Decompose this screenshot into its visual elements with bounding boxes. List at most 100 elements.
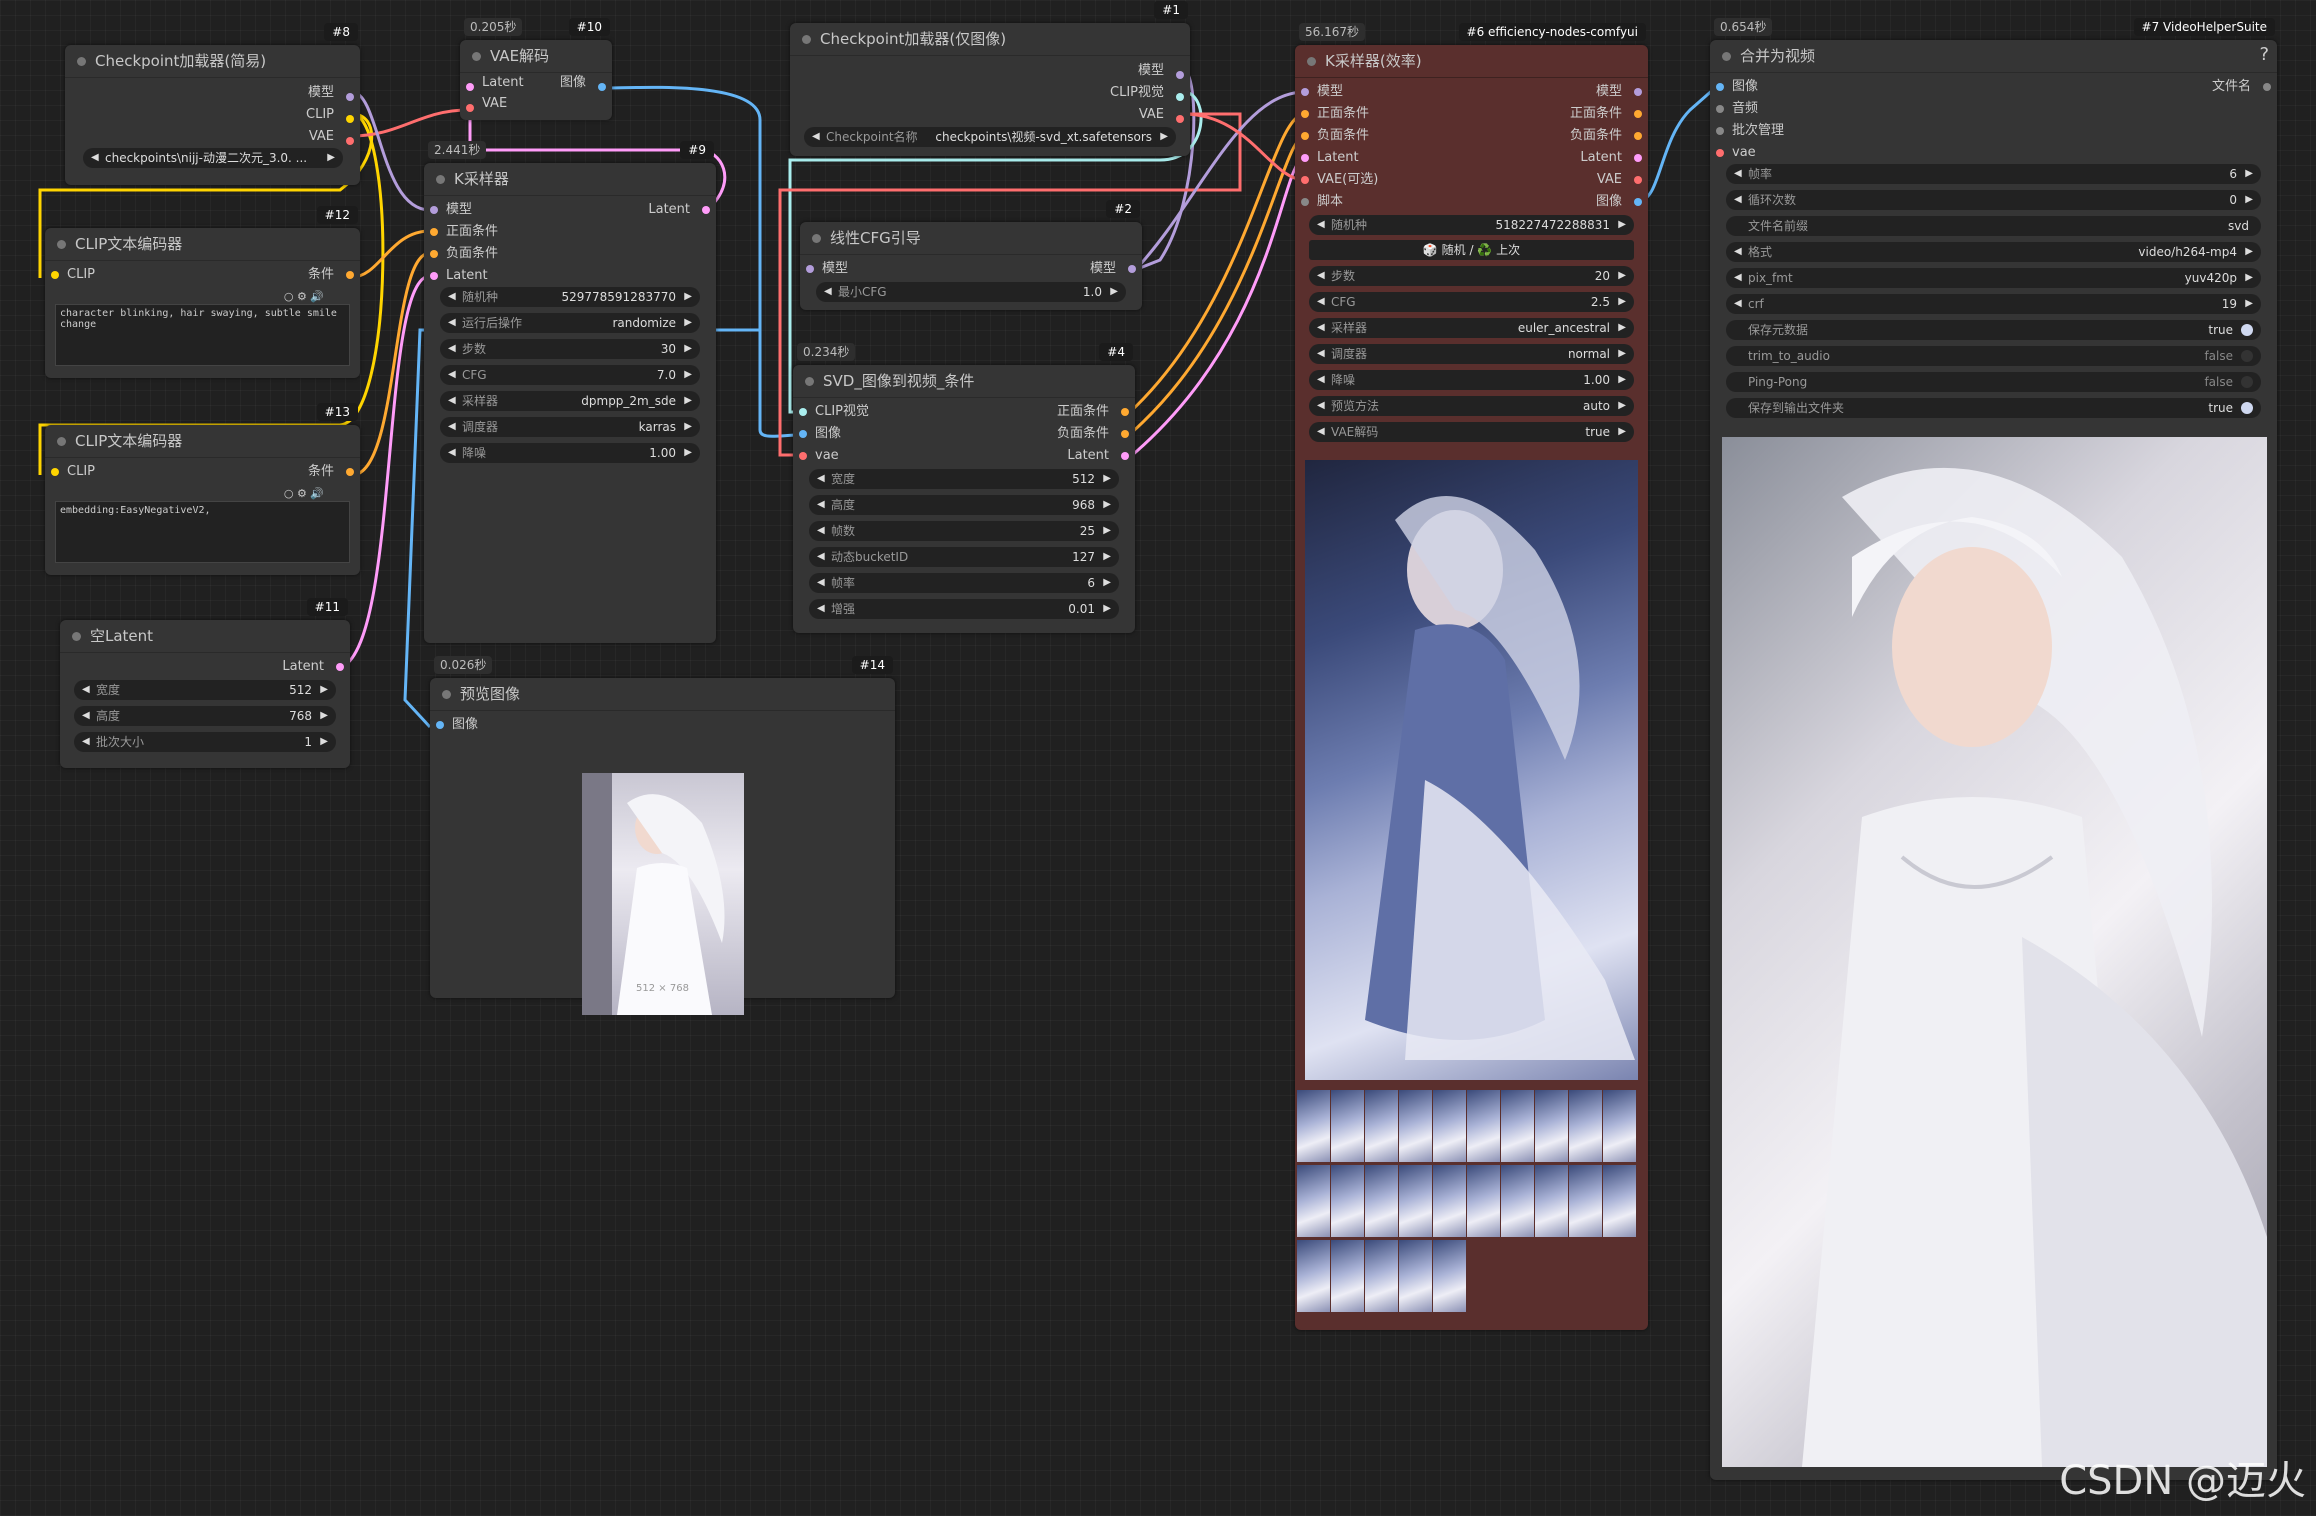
fps-widget[interactable]: ◀ 帧率 6 ▶ [809, 573, 1119, 593]
min-cfg-widget[interactable]: ◀ 最小CFG 1.0 ▶ [816, 282, 1126, 302]
output-filename-slot[interactable] [2263, 83, 2271, 91]
node-title[interactable]: K采样器 [424, 163, 716, 196]
node-clip-text-encode-positive[interactable]: #12 CLIP文本编码器 CLIP 条件 ○ ⚙ 🔊 character bl… [45, 206, 360, 378]
node-ksampler-efficient[interactable]: 56.167秒 #6 efficiency-nodes-comfyui K采样器… [1295, 23, 1648, 1330]
frame-thumbnail[interactable] [1399, 1090, 1432, 1162]
node-ksampler[interactable]: 2.441秒 #9 K采样器 模型 正面条件 负面条件 Latent Laten… [424, 141, 716, 643]
node-title[interactable]: Checkpoint加载器(仅图像) [790, 23, 1190, 56]
input-clip-vision-slot[interactable] [799, 408, 807, 416]
output-model-slot[interactable] [1634, 88, 1642, 96]
input-latent-slot[interactable] [466, 83, 474, 91]
frame-thumbnail[interactable] [1501, 1090, 1534, 1162]
node-clip-text-encode-negative[interactable]: #13 CLIP文本编码器 CLIP 条件 ○ ⚙ 🔊 embedding:Ea… [45, 403, 360, 575]
node-title[interactable]: CLIP文本编码器 [45, 425, 360, 458]
input-latent-slot[interactable] [1301, 154, 1309, 162]
input-model-slot[interactable] [430, 206, 438, 214]
input-model-slot[interactable] [806, 265, 814, 273]
frame-thumbnail[interactable] [1569, 1090, 1602, 1162]
ckpt-name-widget[interactable]: ◀ checkpoints\nijj-动漫二次元_3.0. ... ▶ [83, 148, 343, 168]
pix-fmt-widget[interactable]: ◀ pix_fmt yuv420p ▶ [1726, 268, 2261, 288]
frame-thumbnail[interactable] [1467, 1090, 1500, 1162]
output-image-slot[interactable] [598, 83, 606, 91]
scheduler-widget[interactable]: ◀ 调度器 normal ▶ [1309, 344, 1634, 364]
motion-bucket-widget[interactable]: ◀ 动态bucketID 127 ▶ [809, 547, 1119, 567]
input-vae-slot[interactable] [1716, 149, 1724, 157]
input-image-slot[interactable] [799, 430, 807, 438]
format-widget[interactable]: ◀ 格式 video/h264-mp4 ▶ [1726, 242, 2261, 262]
output-pos-slot[interactable] [1634, 110, 1642, 118]
output-latent-slot[interactable] [1121, 452, 1129, 460]
width-widget[interactable]: ◀ 宽度 512 ▶ [74, 680, 336, 700]
output-pos-slot[interactable] [1121, 408, 1129, 416]
seed-random-button[interactable]: 🎲 随机 / ♻️ 上次 [1309, 240, 1634, 260]
filename-prefix-widget[interactable]: 文件名前缀 svd [1726, 216, 2261, 236]
arrow-left-icon[interactable]: ◀ [812, 127, 820, 147]
input-vae-slot[interactable] [1301, 176, 1309, 184]
save-output-toggle[interactable]: 保存到输出文件夹 true [1726, 398, 2261, 418]
input-vae-slot[interactable] [466, 104, 474, 112]
frame-thumbnail[interactable] [1535, 1165, 1568, 1237]
output-latent-slot[interactable] [702, 206, 710, 214]
node-empty-latent[interactable]: #11 空Latent Latent ◀ 宽度 512 ▶ ◀ 高度 768 ▶ ◀ 批次大小… [60, 598, 350, 768]
input-image-slot[interactable] [1716, 83, 1724, 91]
node-title[interactable]: CLIP文本编码器 [45, 228, 360, 261]
height-widget[interactable]: ◀ 高度 968 ▶ [809, 495, 1119, 515]
node-title[interactable]: 合并为视频 [1710, 40, 2277, 73]
control-after-generate-widget[interactable]: ◀ 运行后操作 randomize ▶ [440, 313, 700, 333]
frame-thumbnail[interactable] [1331, 1165, 1364, 1237]
width-widget[interactable]: ◀ 宽度 512 ▶ [809, 469, 1119, 489]
frame-thumbnail[interactable] [1501, 1165, 1534, 1237]
steps-widget[interactable]: ◀ 步数 30 ▶ [440, 339, 700, 359]
output-cond-slot[interactable] [346, 271, 354, 279]
output-model-slot[interactable] [1176, 71, 1184, 79]
input-model-slot[interactable] [1301, 88, 1309, 96]
output-model-slot[interactable] [346, 93, 354, 101]
arrow-right-icon[interactable]: ▶ [327, 148, 335, 168]
output-vae-slot[interactable] [1634, 176, 1642, 184]
frame-thumbnail[interactable] [1467, 1165, 1500, 1237]
frame-thumbnail[interactable] [1297, 1165, 1330, 1237]
output-vae-slot[interactable] [346, 137, 354, 145]
frame-thumbnail[interactable] [1535, 1090, 1568, 1162]
node-video-combine[interactable]: 0.654秒 #7 VideoHelperSuite 合并为视频 ? 图像 音频… [1710, 18, 2277, 1480]
node-title[interactable]: 空Latent [60, 620, 350, 653]
sampler-widget[interactable]: ◀ 采样器 dpmpp_2m_sde ▶ [440, 391, 700, 411]
crf-widget[interactable]: ◀ crf 19 ▶ [1726, 294, 2261, 314]
input-neg-slot[interactable] [430, 250, 438, 258]
frame-thumbnail[interactable] [1433, 1240, 1466, 1312]
input-audio-slot[interactable] [1716, 105, 1724, 113]
input-clip-slot[interactable] [51, 271, 59, 279]
frame-thumbnail[interactable] [1297, 1240, 1330, 1312]
vae-decode-widget[interactable]: ◀ VAE解码 true ▶ [1309, 422, 1634, 442]
height-widget[interactable]: ◀ 高度 768 ▶ [74, 706, 336, 726]
node-title[interactable]: VAE解码 [460, 40, 612, 73]
output-clip-vision-slot[interactable] [1176, 93, 1184, 101]
output-cond-slot[interactable] [346, 468, 354, 476]
frame-rate-widget[interactable]: ◀ 帧率 6 ▶ [1726, 164, 2261, 184]
output-neg-slot[interactable] [1634, 132, 1642, 140]
node-title[interactable]: SVD_图像到视频_条件 [793, 365, 1135, 398]
input-vae-slot[interactable] [799, 452, 807, 460]
video-preview[interactable] [1722, 437, 2267, 1467]
save-metadata-toggle[interactable]: 保存元数据 true [1726, 320, 2261, 340]
node-title[interactable]: 线性CFG引导 [800, 222, 1142, 255]
frame-thumbnail[interactable] [1433, 1090, 1466, 1162]
sampler-widget[interactable]: ◀ 采样器 euler_ancestral ▶ [1309, 318, 1634, 338]
ping-pong-toggle[interactable]: Ping-Pong false [1726, 372, 2261, 392]
frame-thumbnail[interactable] [1433, 1165, 1466, 1237]
augmentation-widget[interactable]: ◀ 增强 0.01 ▶ [809, 599, 1119, 619]
frame-thumbnail[interactable] [1399, 1240, 1432, 1312]
preview-method-widget[interactable]: ◀ 预览方法 auto ▶ [1309, 396, 1634, 416]
output-vae-slot[interactable] [1176, 115, 1184, 123]
seed-widget[interactable]: ◀ 随机种 518227472288831 ▶ [1309, 215, 1634, 235]
frame-thumbnail[interactable] [1297, 1090, 1330, 1162]
input-neg-slot[interactable] [1301, 132, 1309, 140]
video-frames-widget[interactable]: ◀ 帧数 25 ▶ [809, 521, 1119, 541]
output-model-slot[interactable] [1128, 265, 1136, 273]
frame-thumbnail[interactable] [1569, 1165, 1602, 1237]
output-latent-slot[interactable] [1634, 154, 1642, 162]
frame-thumbnail[interactable] [1331, 1090, 1364, 1162]
node-title[interactable]: K采样器(效率) [1295, 45, 1648, 78]
output-image-slot[interactable] [1634, 198, 1642, 206]
node-linear-cfg-guidance[interactable]: #2 线性CFG引导 模型 模型 ◀ 最小CFG 1.0 ▶ [800, 200, 1142, 310]
